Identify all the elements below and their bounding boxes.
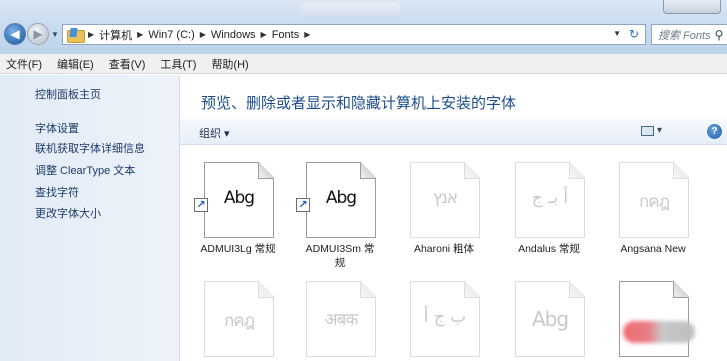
menu-file[interactable]: 文件(F) [4,55,44,73]
font-sample-text: Abg [531,307,569,331]
views-button[interactable]: ▾ [641,125,662,136]
sidebar-item-find-character[interactable]: 查找字符 [35,184,79,200]
font-name: Angsana New [620,243,686,255]
sidebar-item-font-settings[interactable]: 字体设置 [35,120,79,136]
help-icon[interactable]: ? [707,124,722,139]
search-placeholder: 搜索 Fonts [658,29,711,42]
font-preview [619,281,689,357]
window-title [300,3,400,17]
sidebar-item-get-font-info-online[interactable]: 联机获取字体详细信息 [35,140,145,156]
font-preview: Abg [515,281,585,357]
font-preview: กคฎ [204,281,277,360]
font-sample-text: Abg [223,188,255,208]
menu-view[interactable]: 查看(V) [107,55,148,73]
font-sample-text: กคฎ [638,192,670,212]
font-sample-text: אנץ [432,188,458,208]
chevron-right-icon[interactable]: ▶ [137,30,143,39]
back-button[interactable]: ◀ [4,23,26,45]
font-tile[interactable]: Abg [505,281,593,361]
font-tile[interactable]: กคฎ [194,281,282,361]
font-preview: אנץ [410,162,480,238]
views-dropdown-icon[interactable]: ▾ [657,125,662,136]
font-name: Aharoni 粗体 [413,243,475,255]
font-name: ADMUI3Lg 常规 [200,243,276,255]
font-tile[interactable] [609,281,697,361]
font-sample-text: अबक [324,310,359,330]
breadcrumb-computer[interactable]: 计算机 [99,27,132,43]
search-input[interactable]: 搜索 Fonts ⚲ [651,24,727,45]
recent-pages-dropdown-icon[interactable]: ▼ [51,30,59,39]
sidebar-item-adjust-cleartype[interactable]: 调整 ClearType 文本 [35,162,135,178]
chevron-right-icon[interactable]: ▶ [200,30,206,39]
organize-button[interactable]: 组织 ▾ [199,125,230,141]
address-bar[interactable]: ▶ 计算机 ▶ Win7 (C:) ▶ Windows ▶ Fonts ▶ ▼ … [62,24,646,45]
breadcrumb-drive[interactable]: Win7 (C:) [148,29,194,41]
font-preview: Abg [306,162,379,241]
font-tile-aharoni[interactable]: אנץ Aharoni 粗体 [400,162,488,255]
refresh-icon[interactable]: ↻ [626,27,642,42]
sidebar: 控制面板主页 字体设置 联机获取字体详细信息 调整 ClearType 文本 查… [0,75,180,361]
font-name: Andalus 常规 [518,243,580,255]
menu-edit[interactable]: 编辑(E) [55,55,96,73]
font-preview: ب ج أ [410,281,480,357]
font-tile-admui3sm[interactable]: Abg ↗ ADMUI3Sm 常规 [296,162,384,269]
view-mode-icon [641,125,654,136]
sidebar-item-change-font-size[interactable]: 更改字体大小 [35,205,101,221]
menu-tools[interactable]: 工具(T) [158,55,198,73]
title-bar: ◀ ▶ ▼ ▶ 计算机 ▶ Win7 (C:) ▶ Windows ▶ Font… [0,0,727,54]
menu-help[interactable]: 帮助(H) [209,55,250,73]
shortcut-arrow-icon: ↗ [296,198,310,212]
font-preview: Abg [204,162,277,241]
font-sample-text: Abg [325,188,357,208]
font-sample-text: ب ج أ [423,307,468,327]
address-dropdown-icon[interactable]: ▼ [613,29,621,38]
redacted-blur [623,321,695,343]
menu-bar: 文件(F) 编辑(E) 查看(V) 工具(T) 帮助(H) [0,54,727,74]
font-tile[interactable]: ب ج أ [400,281,488,361]
font-preview: กคฎ [619,162,692,241]
page-title: 预览、删除或者显示和隐藏计算机上安装的字体 [201,95,517,112]
shortcut-arrow-icon: ↗ [194,198,208,212]
window-controls[interactable] [663,0,721,14]
font-tile-angsana-new[interactable]: กคฎ Angsana New [609,162,697,255]
navigation-bar: ◀ ▶ ▼ ▶ 计算机 ▶ Win7 (C:) ▶ Windows ▶ Font… [0,20,727,48]
font-preview: अबक [306,281,379,360]
font-name: ADMUI3Sm 常规 [305,243,375,269]
main-pane: 预览、删除或者显示和隐藏计算机上安装的字体 组织 ▾ ▾ ? Abg ↗ ADM… [180,75,727,361]
folder-icon [67,28,85,43]
command-bar: 组织 ▾ ▾ ? [180,119,727,145]
font-tile[interactable]: अबक [296,281,384,361]
search-icon[interactable]: ⚲ [715,28,724,42]
chevron-right-icon[interactable]: ▶ [304,30,310,39]
font-preview: أ بـ ج [515,162,585,238]
breadcrumb-windows[interactable]: Windows [211,29,256,41]
font-tile-andalus[interactable]: أ بـ ج Andalus 常规 [505,162,593,255]
chevron-right-icon[interactable]: ▶ [88,30,94,39]
chevron-right-icon[interactable]: ▶ [261,30,267,39]
breadcrumb-fonts[interactable]: Fonts [272,29,300,41]
forward-button[interactable]: ▶ [27,23,49,45]
font-sample-text: กคฎ [223,311,255,331]
font-sample-text: أ بـ ج [531,188,569,208]
sidebar-item-control-panel-home[interactable]: 控制面板主页 [35,86,101,102]
font-tile-admui3lg[interactable]: Abg ↗ ADMUI3Lg 常规 [194,162,282,255]
